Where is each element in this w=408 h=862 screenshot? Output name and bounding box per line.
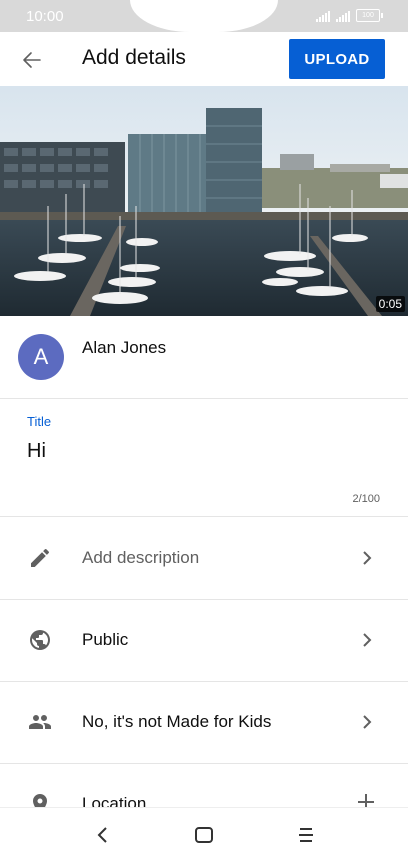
title-input[interactable]: Hi bbox=[27, 440, 46, 463]
title-label: Title bbox=[27, 414, 52, 429]
upload-button[interactable]: UPLOAD bbox=[289, 39, 385, 79]
status-icons: 100 bbox=[316, 9, 383, 22]
pencil-icon bbox=[31, 548, 50, 567]
globe-icon bbox=[30, 630, 50, 650]
battery-icon: 100 bbox=[356, 9, 383, 22]
video-thumbnail-image bbox=[0, 86, 408, 316]
visibility-row[interactable]: Public bbox=[0, 599, 408, 682]
back-chevron-icon[interactable] bbox=[92, 824, 114, 846]
video-preview[interactable]: 0:05 bbox=[0, 86, 408, 316]
channel-name: Alan Jones bbox=[82, 338, 167, 357]
audience-row[interactable]: No, it's not Made for Kids bbox=[0, 681, 408, 764]
menu-lines-icon[interactable] bbox=[295, 824, 317, 846]
signal-icon bbox=[336, 10, 350, 22]
description-label: Add description bbox=[82, 548, 200, 567]
battery-level: 100 bbox=[362, 12, 374, 19]
people-icon bbox=[29, 715, 51, 729]
camera-notch bbox=[130, 0, 278, 32]
system-nav-bar bbox=[0, 807, 408, 862]
status-bar: 10:00 100 bbox=[0, 0, 408, 32]
home-square-icon[interactable] bbox=[193, 824, 215, 846]
title-field[interactable]: Title Hi 2/100 bbox=[0, 398, 408, 517]
chevron-right-icon bbox=[363, 715, 372, 729]
chevron-right-icon bbox=[363, 633, 372, 647]
video-duration: 0:05 bbox=[375, 296, 405, 312]
page-title: Add details bbox=[82, 46, 186, 69]
visibility-label: Public bbox=[82, 630, 129, 649]
arrow-left-icon[interactable] bbox=[20, 48, 44, 72]
description-row[interactable]: Add description bbox=[0, 517, 408, 600]
app-bar: Add details UPLOAD bbox=[0, 32, 408, 86]
title-char-counter: 2/100 bbox=[352, 493, 380, 505]
avatar: A bbox=[18, 334, 64, 380]
audience-label: No, it's not Made for Kids bbox=[82, 712, 272, 731]
signal-icon bbox=[316, 10, 330, 22]
chevron-right-icon bbox=[363, 551, 372, 565]
status-time: 10:00 bbox=[26, 8, 64, 25]
channel-row: A Alan Jones bbox=[0, 316, 408, 399]
